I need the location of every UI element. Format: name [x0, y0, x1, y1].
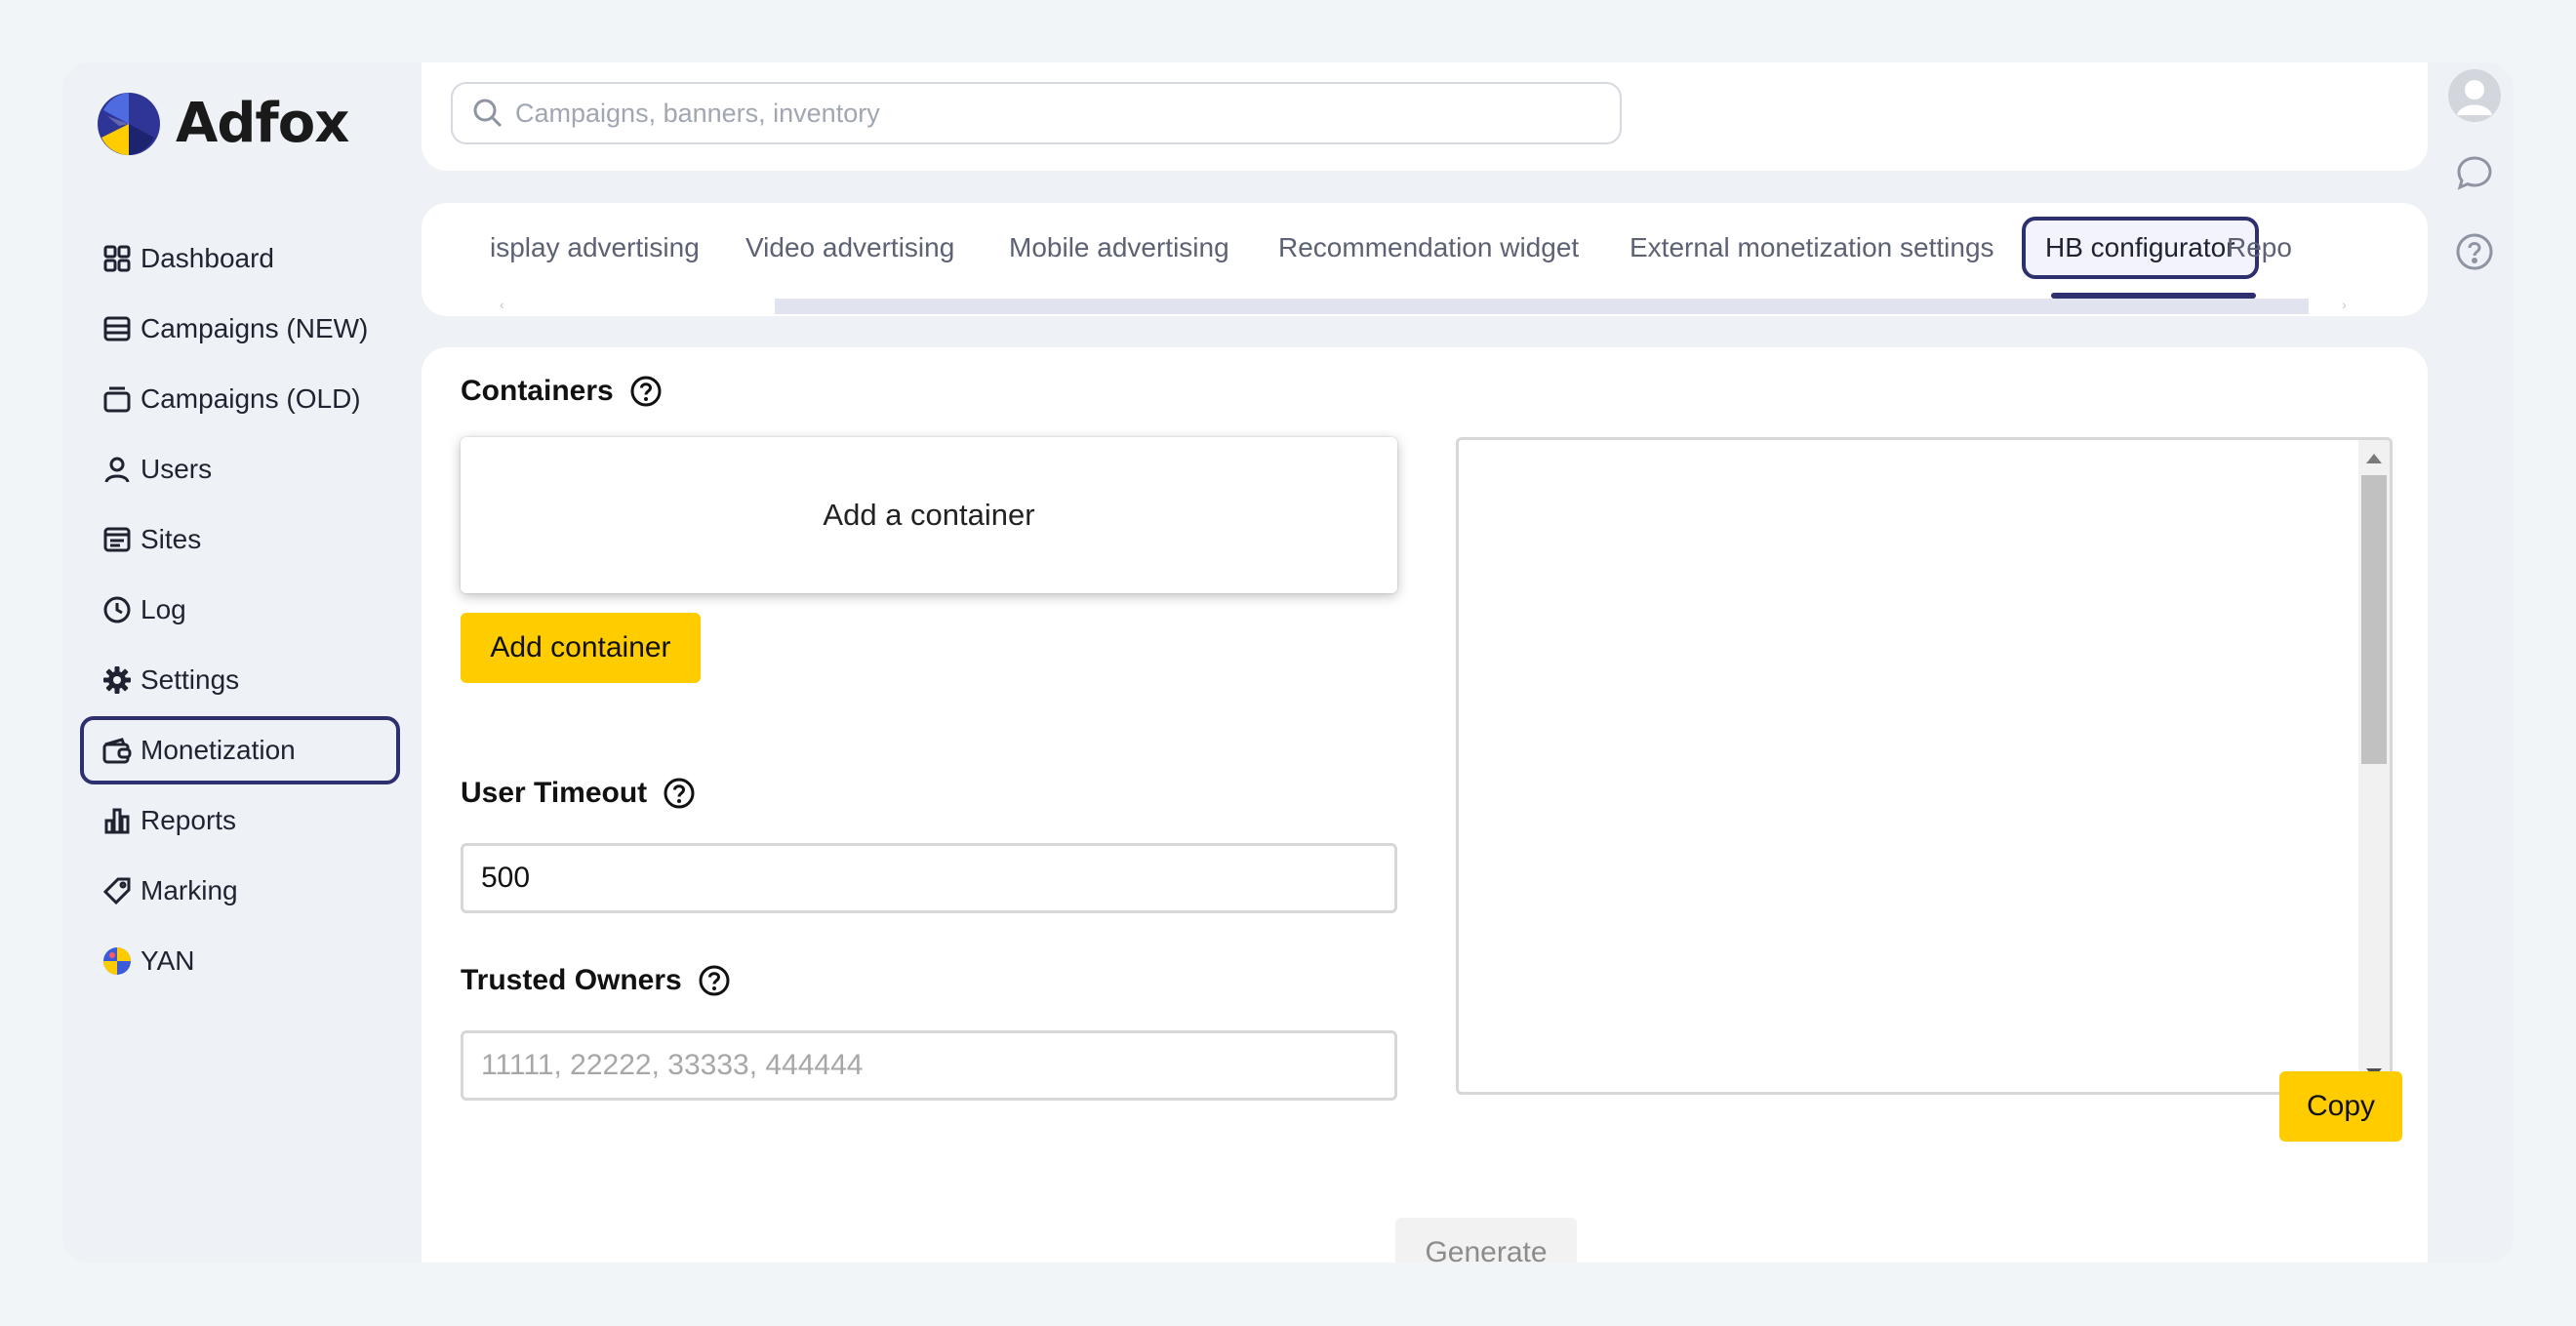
user-icon [101, 454, 133, 485]
sidebar-item-dashboard[interactable]: Dashboard [80, 224, 400, 293]
bar-chart-icon [101, 805, 133, 836]
tab-mobile-advertising[interactable]: Mobile advertising [1009, 217, 1229, 279]
code-scrollbar[interactable] [2358, 440, 2390, 1092]
tabs-scrollbar-thumb[interactable] [775, 299, 2309, 314]
tab-recommendation-widget[interactable]: Recommendation widget [1278, 217, 1579, 279]
yan-globe-icon [101, 945, 133, 977]
user-timeout-input[interactable] [481, 862, 1379, 895]
scroll-right-icon[interactable]: › [2342, 297, 2347, 312]
sidebar-item-label: Users [141, 454, 213, 484]
search-input[interactable] [515, 98, 1589, 129]
tab-display-advertising[interactable]: isplay advertising [490, 217, 700, 279]
sidebar-item-marking[interactable]: Marking [80, 857, 400, 925]
tab-reports[interactable]: Repo [2227, 217, 2292, 279]
sidebar-item-label: Settings [141, 664, 240, 695]
top-bar [422, 62, 2428, 171]
dashboard-icon [101, 243, 133, 274]
tag-icon [101, 875, 133, 906]
hb-configurator-panel: Containers Add a container Add container… [422, 347, 2428, 1263]
search-box[interactable] [451, 82, 1622, 144]
tab-external-monetization-settings[interactable]: External monetization settings [1630, 217, 1994, 279]
campaigns-new-icon [101, 313, 133, 344]
search-icon [473, 99, 503, 128]
add-container-button[interactable]: Add container [461, 613, 701, 683]
sidebar-item-sites[interactable]: Sites [80, 505, 400, 574]
sidebar-item-label: Monetization [141, 735, 296, 765]
sidebar-item-label: Campaigns (OLD) [141, 383, 361, 414]
code-scrollbar-thumb[interactable] [2361, 475, 2387, 764]
tab-video-advertising[interactable]: Video advertising [745, 217, 954, 279]
trusted-owners-title: Trusted Owners [461, 964, 682, 996]
generate-button[interactable]: Generate [1395, 1218, 1577, 1263]
sidebar-item-label: Marking [141, 875, 238, 905]
user-timeout-title: User Timeout [461, 777, 648, 809]
trusted-owners-heading: Trusted Owners [461, 964, 731, 997]
help-icon[interactable] [698, 964, 731, 997]
sidebar-item-label: Sites [141, 524, 202, 554]
sidebar-item-log[interactable]: Log [80, 576, 400, 644]
trusted-owners-input[interactable] [481, 1049, 1379, 1082]
tabs-bar: isplay advertising Video advertising Mob… [422, 203, 2428, 316]
sidebar-item-label: Campaigns (NEW) [141, 313, 369, 343]
avatar[interactable] [2447, 68, 2502, 123]
sidebar-item-monetization[interactable]: Monetization [80, 716, 400, 784]
container-card-text: Add a container [823, 498, 1035, 532]
help-icon[interactable] [663, 777, 696, 810]
containers-title: Containers [461, 375, 614, 407]
help-circle-icon[interactable] [2447, 224, 2502, 279]
chat-icon[interactable] [2447, 146, 2502, 201]
clock-icon [101, 594, 133, 625]
sidebar-item-campaigns-new[interactable]: Campaigns (NEW) [80, 295, 400, 363]
sidebar-item-label: Log [141, 594, 186, 624]
adfox-logo[interactable]: Adfox [98, 92, 349, 155]
campaigns-old-icon [101, 383, 133, 415]
sidebar-item-users[interactable]: Users [80, 435, 400, 503]
sidebar-item-campaigns-old[interactable]: Campaigns (OLD) [80, 365, 400, 433]
scroll-left-icon[interactable]: ‹ [500, 297, 504, 312]
user-timeout-heading: User Timeout [461, 777, 696, 810]
help-icon[interactable] [629, 375, 663, 408]
generated-code-output[interactable] [1456, 437, 2393, 1095]
sidebar-item-label: Dashboard [141, 243, 274, 273]
container-placeholder-card[interactable]: Add a container [461, 437, 1397, 593]
scroll-up-icon[interactable] [2366, 454, 2382, 463]
sidebar-item-yan[interactable]: YAN [80, 927, 400, 995]
user-timeout-field[interactable] [461, 843, 1397, 913]
adfox-logo-icon [98, 92, 160, 155]
wallet-icon [101, 735, 133, 766]
sidebar-item-reports[interactable]: Reports [80, 786, 400, 855]
sidebar-item-label: YAN [141, 945, 195, 976]
copy-button[interactable]: Copy [2279, 1071, 2402, 1142]
sidebar-item-label: Reports [141, 805, 237, 835]
gear-icon [101, 664, 133, 696]
sidebar-item-settings[interactable]: Settings [80, 646, 400, 714]
sites-icon [101, 524, 133, 555]
trusted-owners-field[interactable] [461, 1030, 1397, 1101]
app-frame: Adfox Dashboard Campaigns (NEW) Campaign… [62, 62, 2514, 1263]
tab-strip: isplay advertising Video advertising Mob… [490, 217, 2363, 279]
containers-heading: Containers [461, 375, 663, 408]
tab-hb-configurator[interactable]: HB configurator [2022, 217, 2259, 279]
brand-name: Adfox [176, 92, 349, 155]
